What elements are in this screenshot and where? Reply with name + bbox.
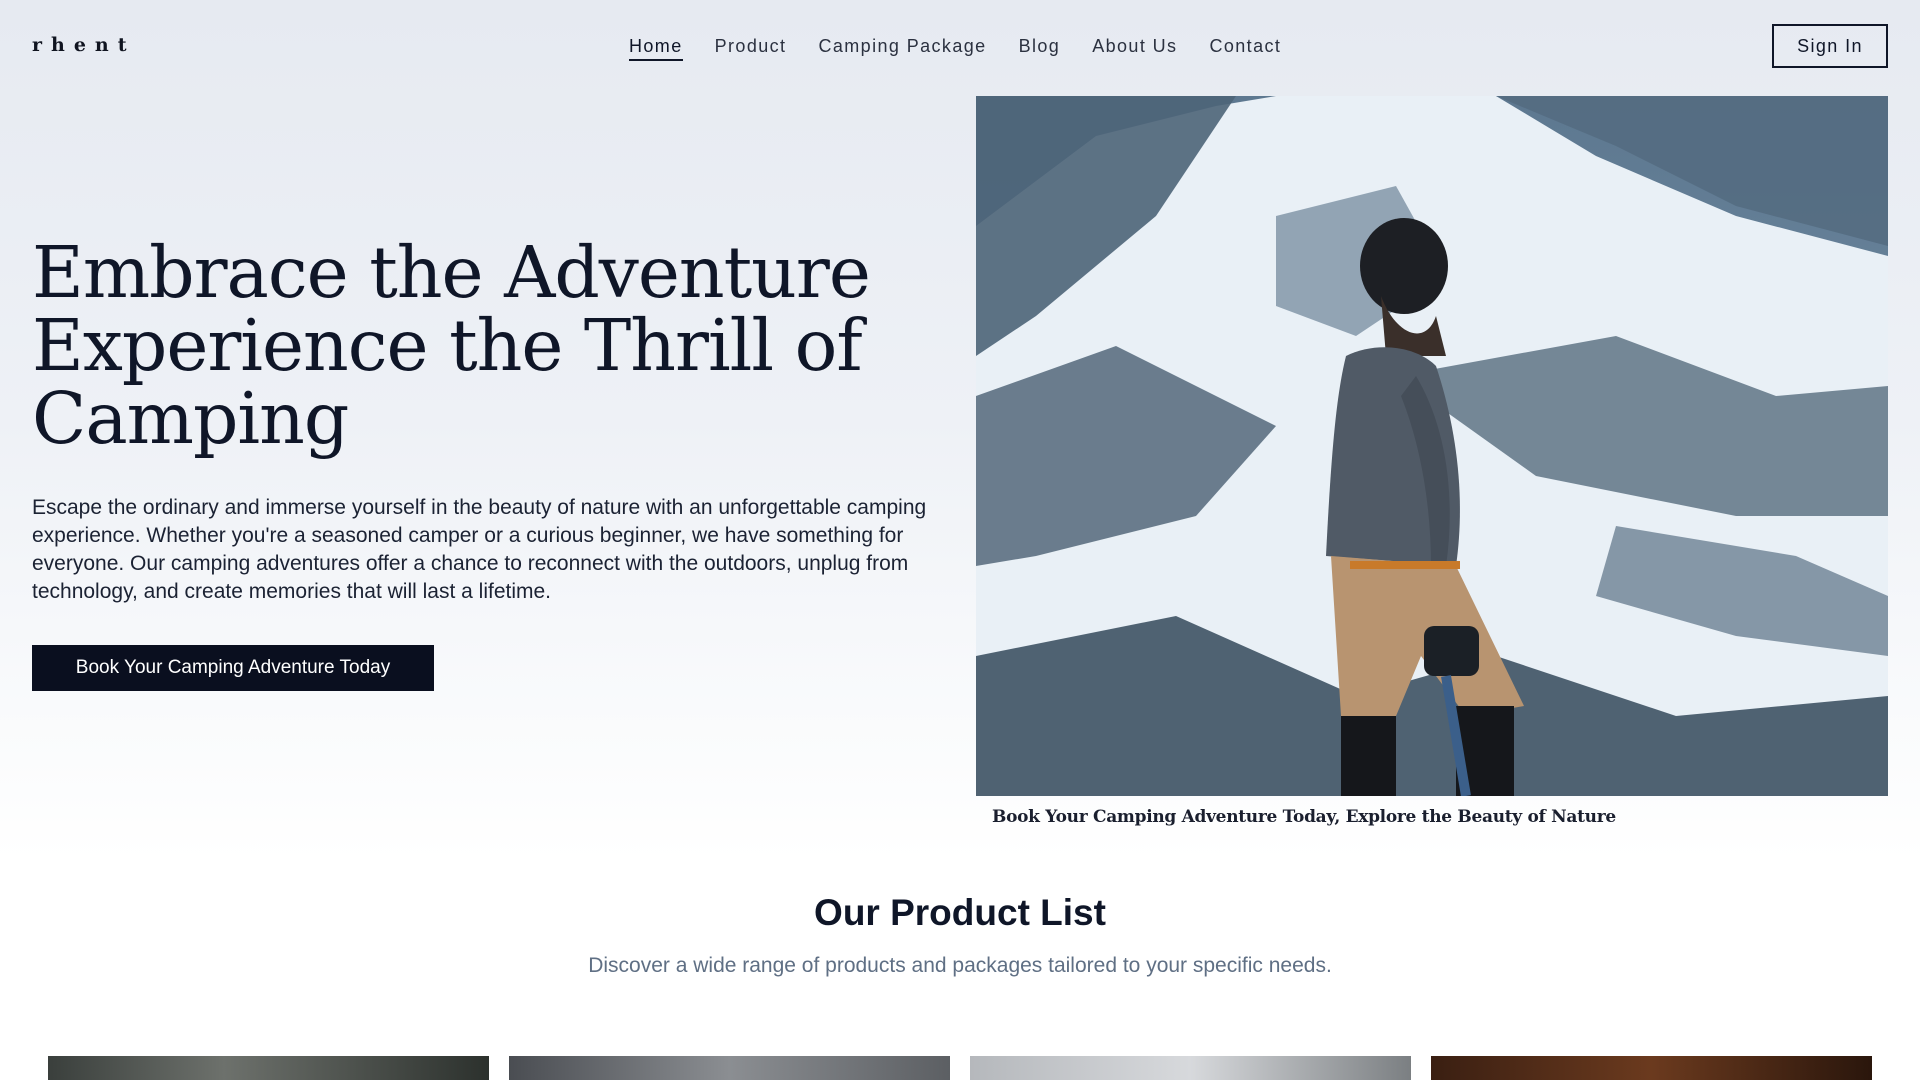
nav-blog[interactable]: Blog (1019, 34, 1061, 61)
nav-about-us[interactable]: About Us (1092, 34, 1177, 61)
mountain-photo-illustration (976, 96, 1888, 796)
product-list-subtitle: Discover a wide range of products and pa… (588, 954, 1332, 977)
site-header: rhent Home Product Camping Package Blog … (0, 0, 1920, 92)
nav-product[interactable]: Product (715, 34, 787, 61)
product-cards (48, 1056, 1872, 1080)
hero-description: Escape the ordinary and immerse yourself… (32, 496, 927, 603)
main-nav: Home Product Camping Package Blog About … (629, 34, 1313, 61)
brand-logo[interactable]: rhent (32, 34, 136, 56)
hero-title-line-2: Experience the Thrill of (32, 304, 863, 387)
nav-contact[interactable]: Contact (1209, 34, 1281, 61)
book-adventure-button[interactable]: Book Your Camping Adventure Today (32, 645, 434, 691)
nav-home[interactable]: Home (629, 34, 683, 61)
hero-image (976, 96, 1888, 796)
hero-image-caption: Book Your Camping Adventure Today, Explo… (992, 807, 1616, 827)
product-card[interactable] (1431, 1056, 1872, 1080)
nav-camping-package[interactable]: Camping Package (818, 34, 986, 61)
product-list-title: Our Product List (814, 892, 1106, 933)
product-card[interactable] (970, 1056, 1411, 1080)
product-card[interactable] (509, 1056, 950, 1080)
sign-in-button[interactable]: Sign In (1772, 24, 1888, 68)
hero-title: Embrace the Adventure Experience the Thr… (32, 236, 932, 455)
product-card[interactable] (48, 1056, 489, 1080)
hero-title-line-3: Camping (32, 377, 349, 460)
hero-title-line-1: Embrace the Adventure (32, 231, 871, 314)
